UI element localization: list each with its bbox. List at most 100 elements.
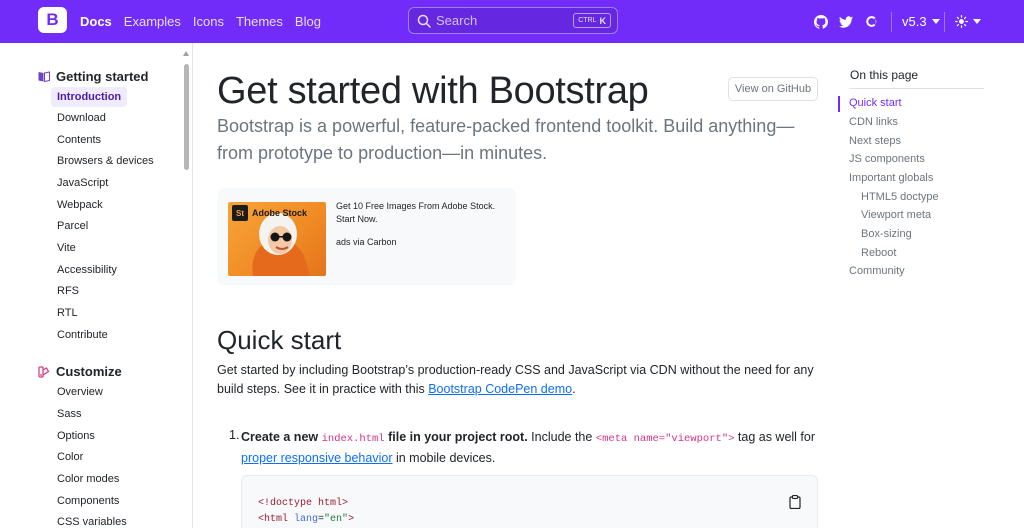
code-doctype: <!doctype html> [258,498,349,509]
sidebar-item-rfs[interactable]: RFS [51,281,85,301]
sun-icon [954,15,968,28]
sidebar-group-getting-started[interactable]: Getting started [38,69,148,84]
nav-right: v5.3 [812,0,981,43]
shortcut-key: K [599,15,607,26]
codepen-demo-link[interactable]: Bootstrap CodePen demo [428,382,572,396]
toc-item-box-sizing[interactable]: Box-sizing [861,228,912,240]
chevron-down-icon [931,19,940,24]
code-meta-viewport: <meta name="viewport"> [595,433,735,445]
toc-item-community[interactable]: Community [849,265,905,277]
nav-link-themes[interactable]: Themes [236,14,283,29]
sidebar-item-overview[interactable]: Overview [51,382,109,402]
toc-divider [850,88,984,89]
ad-text[interactable]: Get 10 Free Images From Adobe Stock. Sta… [336,200,506,226]
sidebar-group-label: Getting started [56,69,149,84]
scrollbar-up-arrow[interactable] [183,51,189,56]
search-box[interactable]: CTRL K [408,7,618,34]
sidebar-item-options[interactable]: Options [51,426,101,446]
top-navbar: B Docs Examples Icons Themes Blog CTRL K… [0,0,1024,43]
theme-toggle[interactable] [954,15,981,28]
search-icon [417,14,431,28]
sidebar-item-download[interactable]: Download [51,108,112,128]
ad-image[interactable]: St Adobe Stock [228,202,326,276]
carbon-ad[interactable]: St Adobe Stock Get 10 Free Images From A… [217,188,516,285]
toc-item-cdn-links[interactable]: CDN links [849,116,898,128]
view-on-github-button[interactable]: View on GitHub [728,77,818,101]
sidebar-item-webpack[interactable]: Webpack [51,195,109,215]
shortcut-ctrl: CTRL [578,17,597,24]
toc-item-quick-start[interactable]: Quick start [849,97,902,109]
sidebar-item-browsers-devices[interactable]: Browsers & devices [51,151,160,171]
sidebar-item-color-modes[interactable]: Color modes [51,469,125,489]
toc-item-js-components[interactable]: JS components [849,153,925,165]
code-html-tag: <html [258,514,295,525]
lead-text: Bootstrap is a powerful, feature-packed … [217,116,795,163]
main-content: Get started with Bootstrap View on GitHu… [217,43,822,528]
step-1-text-b: tag as well for [734,430,816,444]
opencollective-icon[interactable] [862,13,880,31]
code-html-close: > [348,514,355,525]
toc-title: On this page [850,68,919,82]
search-shortcut: CTRL K [573,13,611,28]
nav-link-blog[interactable]: Blog [295,14,321,29]
sidebar-item-color[interactable]: Color [51,447,89,467]
adobe-stock-logo: St [232,205,248,221]
sidebar-item-javascript[interactable]: JavaScript [51,173,114,193]
sidebar-item-introduction[interactable]: Introduction [51,87,128,107]
toc-item-html5-doctype[interactable]: HTML5 doctype [861,191,939,203]
sidebar-item-css-variables[interactable]: CSS variables [51,512,133,528]
code-block: <!doctype html> <html lang="en"> [241,475,818,528]
nav-divider [891,11,892,32]
nav-divider-2 [943,11,945,32]
step-1-bold-b: file in your project root. [384,430,528,444]
sidebar-item-parcel[interactable]: Parcel [51,216,94,236]
search-input[interactable] [436,13,576,28]
step-1-text-a: Include the [527,430,596,444]
code-line-doctype: <!doctype html> [258,498,348,509]
book-icon [38,71,50,82]
sidebar-item-contents[interactable]: Contents [51,130,107,150]
page-title: Get started with Bootstrap [217,70,649,112]
sidebar-item-vite[interactable]: Vite [51,238,82,258]
twitter-icon[interactable] [837,13,855,31]
sidebar-item-sass[interactable]: Sass [51,404,87,424]
bootstrap-logo[interactable]: B [38,7,67,33]
step-1-bold-a: Create a new [241,430,322,444]
toc-item-next-steps[interactable]: Next steps [849,135,901,147]
sidebar-scrollbar[interactable] [184,64,189,170]
code-index-html: index.html [321,433,385,445]
list-number: 1. [229,428,240,442]
code-lang-value: "en" [324,514,349,525]
ad-via-carbon[interactable]: ads via Carbon [336,237,397,247]
docs-sidebar: Getting started Introduction Download Co… [0,43,195,528]
quick-start-paragraph: Get started by including Bootstrap’s pro… [217,361,822,399]
sidebar-item-rtl[interactable]: RTL [51,303,84,323]
toc-active-indicator [838,96,840,112]
nav-link-docs[interactable]: Docs [80,14,112,29]
section-title-quick-start: Quick start [217,325,342,355]
chevron-down-icon [972,19,981,24]
palette-icon [38,365,50,378]
sidebar-group-label: Customize [56,364,122,379]
step-1-text: Create a new index.html file in your pro… [241,428,821,468]
version-label: v5.3 [902,14,927,29]
github-icon[interactable] [812,13,830,31]
para-end: . [572,382,576,396]
toc-item-important-globals[interactable]: Important globals [849,172,933,184]
sidebar-item-components[interactable]: Components [51,491,125,511]
sidebar-item-accessibility[interactable]: Accessibility [51,260,123,280]
responsive-behavior-link[interactable]: proper responsive behavior [241,451,392,465]
sidebar-divider [192,43,193,528]
toc-item-viewport-meta[interactable]: Viewport meta [861,209,931,221]
nav-link-examples[interactable]: Examples [124,14,181,29]
nav-link-icons[interactable]: Icons [193,14,224,29]
version-dropdown[interactable]: v5.3 [902,14,940,29]
sidebar-group-customize[interactable]: Customize [38,364,122,379]
toc-item-reboot[interactable]: Reboot [861,247,896,259]
code-lang-attr: lang [294,514,319,525]
code-line-html: <html lang="en"> [258,514,354,525]
clipboard-icon[interactable] [789,495,801,509]
sidebar-item-contribute[interactable]: Contribute [51,325,114,345]
step-1-text-c: in mobile devices. [392,451,496,465]
ad-brand-label: St Adobe Stock [232,205,307,221]
